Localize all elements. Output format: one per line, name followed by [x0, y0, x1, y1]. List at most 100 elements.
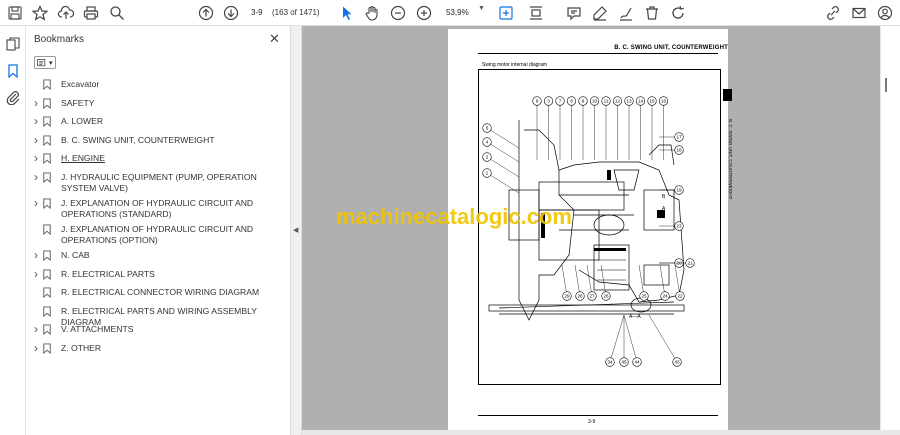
chevron-right-icon[interactable]: ›: [26, 171, 42, 183]
bookmarks-title: Bookmarks: [34, 34, 85, 45]
bookmarks-panel-icon[interactable]: [5, 63, 21, 79]
upload-cloud-icon[interactable]: [57, 4, 75, 22]
callout-leader: [659, 264, 666, 297]
callout-number: 22: [677, 294, 683, 299]
page-fit-icon[interactable]: [497, 4, 515, 22]
email-icon[interactable]: [850, 4, 868, 22]
callout-number: 6: [536, 99, 539, 104]
bookmark-label: Excavator: [61, 79, 100, 89]
chevron-right-icon[interactable]: ›: [26, 152, 42, 164]
callout-leader: [638, 264, 645, 297]
bookmark-item[interactable]: › V. ATTACHMENTS: [26, 323, 290, 335]
bookmark-icon: [43, 287, 51, 298]
navigation-rail: [0, 26, 26, 435]
bookmark-label: R. ELECTRICAL CONNECTOR WIRING DIAGRAM: [61, 287, 260, 297]
watermark-text: machinecatalogic.com: [336, 204, 572, 229]
zoom-out-icon[interactable]: [389, 4, 407, 22]
callout-number: 23: [676, 224, 682, 229]
callout-number: 29: [564, 294, 570, 299]
print-icon[interactable]: [82, 4, 100, 22]
chevron-right-icon[interactable]: ›: [26, 323, 42, 335]
bookmark-label: J. HYDRAULIC EQUIPMENT (PUMP, OPERATION …: [61, 172, 257, 193]
bookmark-item[interactable]: › A. LOWER: [26, 115, 290, 127]
select-cursor-icon[interactable]: [338, 4, 356, 22]
callout-number: 45: [621, 360, 627, 365]
bookmark-item[interactable]: › Z. OTHER: [26, 342, 290, 354]
bookmark-item[interactable]: R. ELECTRICAL CONNECTOR WIRING DIAGRAM: [26, 287, 290, 298]
bookmark-label: A. LOWER: [61, 116, 104, 126]
callout-number: 17: [676, 135, 682, 140]
callout-number: 18: [676, 148, 682, 153]
callout-leader: [623, 314, 638, 363]
callout-number: 12: [615, 99, 621, 104]
panel-splitter[interactable]: ◀: [290, 26, 302, 435]
bookmark-icon: [43, 269, 51, 280]
callout-leader: [609, 314, 625, 363]
callout-number: 2: [486, 155, 489, 160]
chevron-right-icon[interactable]: ›: [26, 249, 42, 261]
bookmark-item[interactable]: › N. CAB: [26, 249, 290, 261]
callout-number: 9: [582, 99, 585, 104]
next-page-icon[interactable]: [222, 4, 240, 22]
vertical-scrollbar[interactable]: [880, 26, 900, 430]
close-icon[interactable]: ✕: [269, 31, 280, 47]
bookmark-item[interactable]: › J. HYDRAULIC EQUIPMENT (PUMP, OPERATION…: [26, 171, 290, 194]
share-link-icon[interactable]: [824, 4, 842, 22]
zoom-search-icon[interactable]: [108, 4, 126, 22]
bookmark-item[interactable]: › H. ENGINE: [26, 152, 290, 164]
bookmark-label: J. EXPLANATION OF HYDRAULIC CIRCUIT AND …: [61, 198, 254, 219]
callout-leader: [600, 264, 607, 297]
attachments-icon[interactable]: [5, 89, 21, 106]
page-thumbnails-icon[interactable]: [5, 36, 21, 52]
chevron-down-icon[interactable]: ▼: [478, 5, 485, 12]
account-icon[interactable]: [876, 4, 894, 22]
page-section-header: B. C. SWING UNIT, COUNTERWEIGHT: [614, 45, 728, 51]
chevron-right-icon[interactable]: ›: [26, 97, 42, 109]
bookmark-item[interactable]: J. EXPLANATION OF HYDRAULIC CIRCUIT AND …: [26, 224, 290, 246]
chevron-right-icon[interactable]: ›: [26, 342, 42, 354]
previous-page-icon[interactable]: [197, 4, 215, 22]
bookmark-item[interactable]: › R. ELECTRICAL PARTS: [26, 268, 290, 280]
callout-number: 19: [676, 188, 682, 193]
highlight-pen-icon[interactable]: [591, 4, 609, 22]
bookmarks-panel: Bookmarks ✕ ▾ Excavator › SAFETY › A. LOWER ›…: [26, 26, 290, 435]
page-number-input[interactable]: 3-9: [251, 5, 267, 20]
callout-leader: [486, 172, 520, 194]
star-icon[interactable]: [31, 4, 49, 22]
scrollbar-thumb[interactable]: [885, 78, 887, 92]
callout-number: 16: [661, 99, 667, 104]
zoom-in-icon[interactable]: [415, 4, 433, 22]
rotate-icon[interactable]: [669, 4, 687, 22]
bookmark-icon: [43, 153, 51, 164]
callout-leader: [648, 314, 678, 363]
bookmark-icon: [43, 116, 51, 127]
bookmark-icon: [43, 135, 51, 146]
collapse-panel-icon[interactable]: ◀: [293, 226, 298, 234]
hand-tool-icon[interactable]: [363, 4, 381, 22]
bookmark-icon: [43, 343, 51, 354]
bookmark-item[interactable]: › SAFETY: [26, 97, 290, 109]
comment-icon[interactable]: [565, 4, 583, 22]
callout-number: 7: [559, 99, 562, 104]
sign-icon[interactable]: [617, 4, 635, 22]
bookmark-label: N. CAB: [61, 250, 90, 260]
bookmark-item[interactable]: Excavator: [26, 79, 290, 90]
svg-text:A: A: [662, 206, 666, 212]
callout-number: 13: [626, 99, 632, 104]
bookmark-item[interactable]: › J. EXPLANATION OF HYDRAULIC CIRCUIT AND…: [26, 197, 290, 220]
callout-number: 8: [570, 99, 573, 104]
chevron-right-icon[interactable]: ›: [26, 115, 42, 127]
bookmark-options-button[interactable]: ▾: [34, 56, 56, 69]
chevron-right-icon[interactable]: ›: [26, 197, 42, 209]
scroll-mode-icon[interactable]: [527, 4, 545, 22]
callout-number: 27: [589, 294, 595, 299]
delete-icon[interactable]: [643, 4, 661, 22]
save-icon[interactable]: [6, 4, 24, 22]
bookmark-item[interactable]: › B. C. SWING UNIT, COUNTERWEIGHT: [26, 134, 290, 146]
bookmark-label: B. C. SWING UNIT, COUNTERWEIGHT: [61, 135, 215, 145]
chevron-right-icon[interactable]: ›: [26, 134, 42, 146]
bookmark-icon: [43, 250, 51, 261]
callout-number: 4: [486, 140, 489, 145]
chevron-right-icon[interactable]: ›: [26, 268, 42, 280]
callout-number: 20: [676, 261, 682, 266]
